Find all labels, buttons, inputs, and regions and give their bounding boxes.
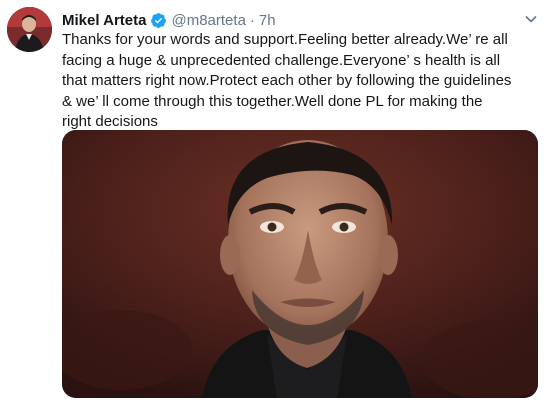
man-portrait-photo-icon xyxy=(62,130,538,398)
tweet-timestamp[interactable]: 7h xyxy=(259,12,276,29)
user-handle[interactable]: @m8arteta xyxy=(171,12,245,29)
tweet-photo[interactable] xyxy=(62,130,538,398)
display-name[interactable]: Mikel Arteta xyxy=(62,12,146,29)
tweet-header: Mikel Arteta @m8arteta · 7h xyxy=(62,10,276,30)
chevron-down-icon[interactable] xyxy=(524,12,538,26)
verified-badge-icon xyxy=(150,12,167,29)
tweet-card[interactable]: Mikel Arteta @m8arteta · 7h Thanks for y… xyxy=(0,0,550,404)
tweet-text: Thanks for your words and support.Feelin… xyxy=(62,31,512,130)
separator-dot: · xyxy=(249,11,255,29)
profile-photo-icon xyxy=(7,7,52,52)
avatar[interactable] xyxy=(7,7,52,52)
